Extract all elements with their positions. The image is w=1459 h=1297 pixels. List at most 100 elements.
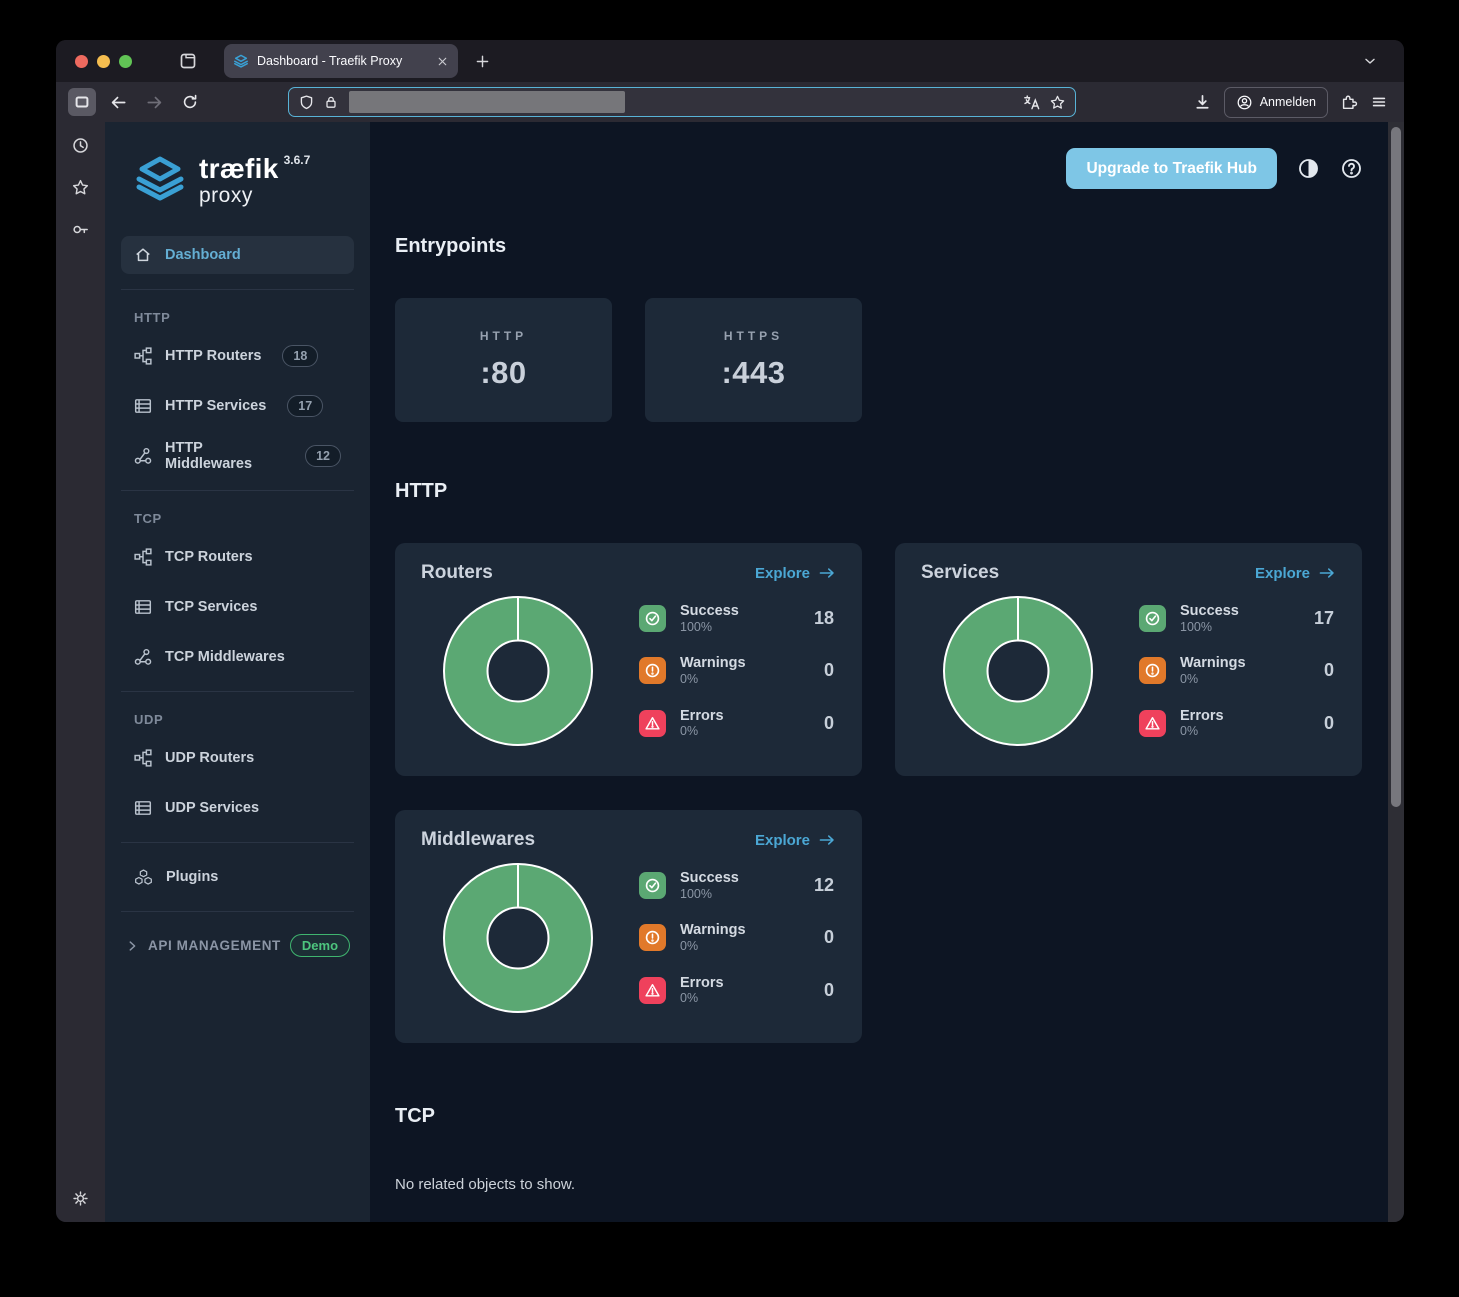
- stat-warnings: Warnings 0% 0: [1139, 655, 1334, 686]
- count-badge: 18: [282, 345, 318, 367]
- sidebar-divider: [121, 911, 354, 912]
- stat-errors: Errors 0% 0: [639, 708, 834, 739]
- router-icon: [134, 548, 152, 566]
- settings-gear-icon[interactable]: [71, 1189, 90, 1208]
- stat-label: Success: [680, 603, 739, 620]
- success-check-icon: [639, 872, 666, 899]
- menu-icon[interactable]: [1370, 93, 1388, 111]
- stat-value: 0: [824, 980, 834, 1001]
- arrow-right-icon: [818, 833, 836, 847]
- zoom-window-button[interactable]: [119, 55, 132, 68]
- stat-percent: 0%: [680, 939, 746, 953]
- tab-favicon-traefik: [233, 53, 249, 69]
- back-icon[interactable]: [104, 88, 132, 116]
- entrypoint-label: HTTP: [480, 329, 527, 343]
- browser-side-strip: [56, 122, 105, 1222]
- middlewares-icon: [134, 648, 152, 666]
- entrypoint-port: :443: [721, 355, 785, 391]
- shield-icon[interactable]: [298, 94, 315, 111]
- sidebar-item-tcp-routers[interactable]: TCP Routers: [121, 538, 354, 576]
- sidebar-item-api-management[interactable]: API MANAGEMENT Demo: [125, 934, 354, 957]
- sidebar-item-http-middlewares[interactable]: HTTP Middlewares 12: [121, 437, 354, 475]
- entrypoint-label: HTTPS: [724, 329, 783, 343]
- window-controls: [75, 55, 132, 68]
- stat-value: 0: [824, 713, 834, 734]
- sidebar-toggle-icon[interactable]: [68, 88, 96, 116]
- error-triangle-icon: [639, 710, 666, 737]
- close-window-button[interactable]: [75, 55, 88, 68]
- main-panel: Upgrade to Traefik Hub Entrypoints HTTP …: [370, 122, 1388, 1222]
- stat-label: Success: [680, 870, 739, 887]
- count-badge: 12: [305, 445, 341, 467]
- services-icon: [134, 799, 152, 817]
- theme-toggle-icon[interactable]: [1297, 157, 1320, 180]
- stat-value: 12: [814, 875, 834, 896]
- sidebar-item-http-services[interactable]: HTTP Services 17: [121, 387, 354, 425]
- sidebar-item-tcp-middlewares[interactable]: TCP Middlewares: [121, 638, 354, 676]
- sidebar-item-dashboard[interactable]: Dashboard: [121, 236, 354, 274]
- stat-success: Success 100% 12: [639, 870, 834, 901]
- stat-success: Success 100% 18: [639, 603, 834, 634]
- stat-label: Errors: [680, 975, 724, 992]
- http-section-title: HTTP: [395, 480, 1363, 503]
- explore-link[interactable]: Explore: [755, 565, 836, 582]
- upgrade-button[interactable]: Upgrade to Traefik Hub: [1066, 148, 1277, 189]
- sidebar-item-label: TCP Services: [165, 599, 257, 615]
- sidebar-item-label: HTTP Services: [165, 398, 266, 414]
- stat-label: Errors: [680, 708, 724, 725]
- signin-button[interactable]: Anmelden: [1224, 87, 1328, 118]
- entrypoint-port: :80: [480, 355, 526, 391]
- sidebar-divider: [121, 490, 354, 491]
- sidebar-item-label: HTTP Middlewares: [165, 440, 284, 472]
- stat-value: 18: [814, 608, 834, 629]
- translate-icon[interactable]: [1022, 93, 1041, 112]
- arrow-right-icon: [1318, 566, 1336, 580]
- sidebar-divider: [121, 289, 354, 290]
- downloads-icon[interactable]: [1193, 93, 1212, 112]
- logo-product: proxy: [199, 185, 310, 206]
- sidebar-item-udp-services[interactable]: UDP Services: [121, 789, 354, 827]
- sidebar-item-plugins[interactable]: Plugins: [121, 858, 354, 896]
- list-all-tabs-icon[interactable]: [1362, 53, 1378, 69]
- lock-icon[interactable]: [323, 94, 339, 110]
- stat-warnings: Warnings 0% 0: [639, 922, 834, 953]
- services-card: Services Explore: [895, 543, 1362, 776]
- bookmarks-star-icon[interactable]: [71, 178, 90, 197]
- stat-value: 0: [1324, 713, 1334, 734]
- middlewares-card: Middlewares Explore: [395, 810, 862, 1043]
- page-scrollbar[interactable]: [1388, 122, 1404, 1222]
- minimize-window-button[interactable]: [97, 55, 110, 68]
- entrypoint-card-http: HTTP :80: [395, 298, 612, 422]
- stat-percent: 0%: [680, 672, 746, 686]
- browser-tab[interactable]: Dashboard - Traefik Proxy: [224, 44, 458, 78]
- stat-label: Errors: [1180, 708, 1224, 725]
- stat-success: Success 100% 17: [1139, 603, 1334, 634]
- sidebar-item-udp-routers[interactable]: UDP Routers: [121, 739, 354, 777]
- url-redacted-text: [349, 91, 625, 113]
- bookmark-star-icon[interactable]: [1049, 94, 1066, 111]
- tcp-empty-message: No related objects to show.: [395, 1176, 1363, 1193]
- api-management-label: API MANAGEMENT: [148, 938, 281, 953]
- stat-label: Warnings: [1180, 655, 1246, 672]
- help-icon[interactable]: [1340, 157, 1363, 180]
- forward-icon[interactable]: [140, 88, 168, 116]
- url-bar[interactable]: [288, 87, 1076, 117]
- stat-value: 17: [1314, 608, 1334, 629]
- stat-value: 0: [824, 927, 834, 948]
- error-triangle-icon: [1139, 710, 1166, 737]
- router-icon: [134, 347, 152, 365]
- passwords-key-icon[interactable]: [71, 220, 90, 239]
- middlewares-icon: [134, 447, 152, 465]
- sidebar-item-http-routers[interactable]: HTTP Routers 18: [121, 337, 354, 375]
- demo-badge: Demo: [290, 934, 350, 957]
- extensions-icon[interactable]: [1340, 93, 1358, 111]
- tab-close-icon[interactable]: [436, 55, 449, 68]
- reload-icon[interactable]: [176, 88, 204, 116]
- history-clock-icon[interactable]: [71, 136, 90, 155]
- explore-link[interactable]: Explore: [1255, 565, 1336, 582]
- tab-manager-icon[interactable]: [178, 51, 198, 71]
- sidebar-item-tcp-services[interactable]: TCP Services: [121, 588, 354, 626]
- explore-link[interactable]: Explore: [755, 832, 836, 849]
- scrollbar-thumb[interactable]: [1391, 127, 1401, 807]
- new-tab-button[interactable]: [474, 53, 491, 70]
